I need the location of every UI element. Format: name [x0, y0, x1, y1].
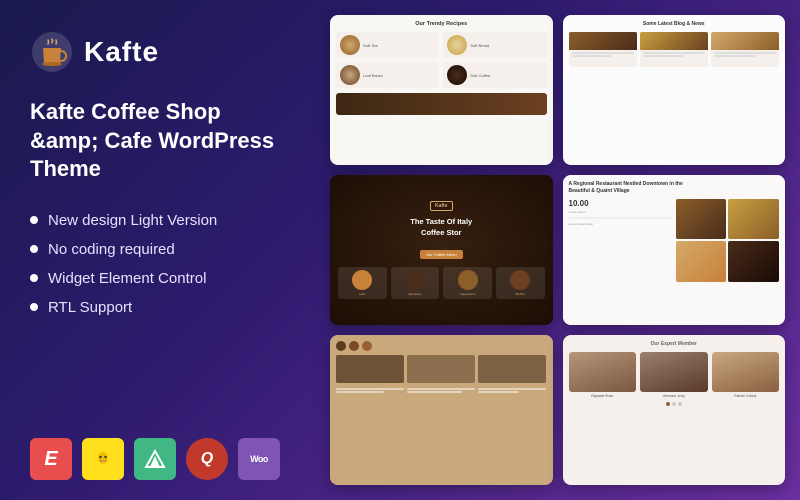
carousel-dots — [569, 402, 780, 406]
features-list: New design Light Version No coding requi… — [30, 212, 290, 328]
menu-item: Espresso — [391, 267, 440, 299]
post-image — [711, 32, 779, 50]
menu-item: Mocha — [496, 267, 545, 299]
query-badge: Q — [186, 438, 228, 480]
sc1-title: Our Trendy Recipes — [336, 21, 547, 27]
woocommerce-icon: Woo — [250, 454, 268, 464]
left-panel: Kafte Kafte Coffee Shop &amp; Cafe WordP… — [0, 0, 320, 500]
post-image — [640, 32, 708, 50]
elementor-badge: E — [30, 438, 72, 480]
restaurant-image — [728, 199, 779, 239]
sc1-item-label: Loaf Bread — [363, 73, 383, 78]
blog-posts — [569, 32, 780, 67]
blog-post — [711, 32, 779, 67]
member-name: Raphael Khan — [569, 394, 637, 398]
member-photo — [569, 352, 637, 392]
sc1-banner — [336, 93, 547, 115]
menu-image — [407, 355, 475, 383]
member-photo — [640, 352, 708, 392]
vuejs-icon — [144, 448, 166, 470]
avatar — [349, 341, 359, 351]
bullet-icon — [30, 216, 38, 224]
sc1-item: Soft Tea — [336, 32, 439, 58]
post-image — [569, 32, 637, 50]
feature-text: Widget Element Control — [48, 270, 206, 287]
sc1-item: Loaf Bread — [336, 62, 439, 88]
menu-item: Latte — [338, 267, 387, 299]
sc4-headline: A Regional Restaurant Nestled Downtown i… — [569, 181, 685, 195]
restaurant-image — [728, 241, 779, 281]
team-member: Raphael Khan — [569, 352, 637, 398]
bullet-icon — [30, 245, 38, 253]
feature-text: New design Light Version — [48, 212, 217, 229]
carousel-dot — [666, 402, 670, 406]
bullet-icon — [30, 274, 38, 282]
screenshot-restaurant: A Regional Restaurant Nestled Downtown i… — [563, 175, 786, 325]
sc1-grid: Soft Tea Soft Bread Loaf Bread Soft Coff… — [336, 32, 547, 88]
screenshot-menu2 — [330, 335, 553, 485]
feature-item: Widget Element Control — [30, 270, 290, 287]
feature-text: RTL Support — [48, 299, 132, 316]
sc1-item-label: Soft Tea — [363, 43, 378, 48]
screenshot-team: Our Expert Member Raphael Khan Veronica … — [563, 335, 786, 485]
menu-item: Cappuccino — [443, 267, 492, 299]
bullet-icon — [30, 303, 38, 311]
food-image — [340, 35, 360, 55]
feature-text: No coding required — [48, 241, 175, 258]
food-image — [447, 35, 467, 55]
sc1-item: Soft Coffee — [443, 62, 546, 88]
vuejs-badge — [134, 438, 176, 480]
team-member: Veronica Jerry — [640, 352, 708, 398]
screenshot-hero: Kafte The Taste Of Italy Coffee Stor Our… — [330, 175, 553, 325]
sc4-price: 10.00 — [569, 199, 672, 208]
restaurant-image — [676, 241, 727, 281]
coffee-cup-icon — [30, 30, 74, 74]
logo-text: Kafte — [84, 36, 159, 68]
sc1-item-label: Soft Coffee — [470, 73, 490, 78]
plugins-row: E Q Woo — [30, 438, 290, 480]
logo-row: Kafte — [30, 30, 290, 74]
woocommerce-badge: Woo — [238, 438, 280, 480]
sc1-item: Soft Bread — [443, 32, 546, 58]
carousel-dot — [678, 402, 682, 406]
blog-post — [569, 32, 637, 67]
avatar — [336, 341, 346, 351]
screenshot-recipes: Our Trendy Recipes Soft Tea Soft Bread L… — [330, 15, 553, 165]
sc3-logo-text: Kafte — [430, 201, 453, 211]
feature-item: New design Light Version — [30, 212, 290, 229]
mailchimp-badge — [82, 438, 124, 480]
sc6-title: Our Expert Member — [569, 341, 780, 347]
elementor-icon: E — [44, 448, 57, 471]
restaurant-image — [676, 199, 727, 239]
member-photo — [712, 352, 780, 392]
team-member: Patrick Collins — [712, 352, 780, 398]
sc2-title: Some Latest Blog & News — [569, 21, 780, 27]
sc1-item-label: Soft Bread — [470, 43, 489, 48]
sc3-menu-items: Our Coffee Menu — [420, 250, 463, 259]
sc3-hero-headline: The Taste Of Italy Coffee Stor — [410, 217, 472, 238]
feature-item: RTL Support — [30, 299, 290, 316]
menu-image — [336, 355, 404, 383]
carousel-dot — [672, 402, 676, 406]
food-image — [340, 65, 360, 85]
food-image — [447, 65, 467, 85]
menu-image — [478, 355, 546, 383]
avatar — [362, 341, 372, 351]
member-name: Veronica Jerry — [640, 394, 708, 398]
member-name: Patrick Collins — [712, 394, 780, 398]
feature-item: No coding required — [30, 241, 290, 258]
query-icon: Q — [201, 450, 213, 468]
screenshot-blog: Some Latest Blog & News — [563, 15, 786, 165]
theme-title: Kafte Coffee Shop &amp; Cafe WordPress T… — [30, 98, 290, 184]
team-grid: Raphael Khan Veronica Jerry Patrick Coll… — [569, 352, 780, 398]
mailchimp-icon — [91, 447, 115, 471]
screenshots-grid: Our Trendy Recipes Soft Tea Soft Bread L… — [320, 0, 800, 500]
blog-post — [640, 32, 708, 67]
